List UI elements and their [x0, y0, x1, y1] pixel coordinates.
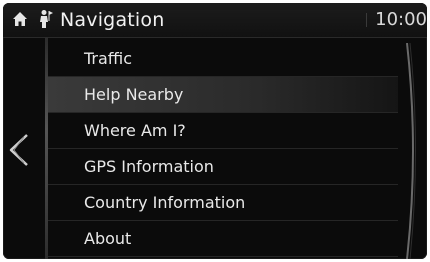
page-title: Navigation — [60, 9, 165, 31]
navigation-screen: Navigation 10:00 Traffic Help Nearby Whe… — [3, 3, 427, 259]
navigation-menu: Traffic Help Nearby Where Am I? GPS Info… — [48, 41, 398, 257]
menu-item-help-nearby[interactable]: Help Nearby — [48, 77, 398, 113]
menu-item-label: GPS Information — [84, 157, 214, 176]
menu-item-label: About — [84, 229, 132, 248]
clock: 10:00 — [375, 9, 427, 30]
scroll-indicator[interactable] — [405, 43, 421, 259]
menu-item-about[interactable]: About — [48, 221, 398, 257]
clock-divider — [366, 13, 367, 27]
menu-item-label: Help Nearby — [84, 85, 184, 104]
header-bar: Navigation 10:00 — [3, 3, 427, 38]
navigation-person-icon — [40, 10, 53, 28]
menu-item-traffic[interactable]: Traffic — [48, 41, 398, 77]
menu-item-where-am-i[interactable]: Where Am I? — [48, 113, 398, 149]
menu-item-country-information[interactable]: Country Information — [48, 185, 398, 221]
menu-item-gps-information[interactable]: GPS Information — [48, 149, 398, 185]
back-button[interactable] — [5, 129, 33, 171]
menu-item-label: Traffic — [84, 49, 133, 68]
menu-item-label: Where Am I? — [84, 121, 186, 140]
home-icon[interactable] — [11, 10, 29, 28]
menu-item-label: Country Information — [84, 193, 246, 212]
